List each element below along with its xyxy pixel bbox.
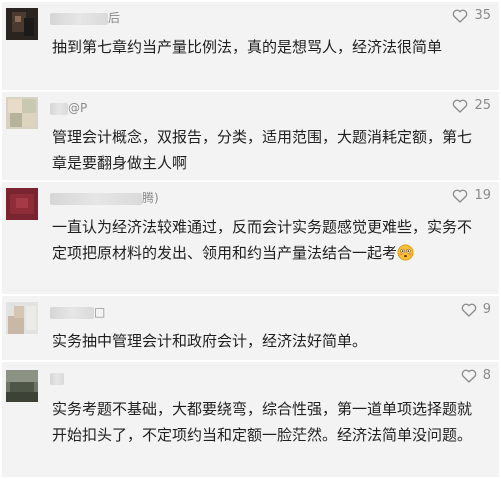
heart-icon	[452, 99, 468, 113]
username[interactable]: 后	[50, 10, 120, 26]
heart-icon	[452, 9, 468, 23]
username-suffix: 腾)	[142, 191, 159, 205]
heart-icon	[452, 189, 468, 203]
like-count: 25	[474, 98, 491, 113]
username-redacted	[50, 372, 64, 385]
like-button[interactable]: 25	[452, 98, 491, 113]
comment-card: 腾) 19 一直认为经济法较难通过，反而会计实务题感觉更难些，实务不定项把原材料…	[2, 182, 499, 294]
flushed-face-emoji	[397, 243, 414, 261]
comment-text: 实务抽中管理会计和政府会计，经济法好简单。	[52, 332, 368, 350]
avatar[interactable]	[6, 188, 38, 220]
like-count: 19	[474, 188, 491, 203]
username[interactable]	[50, 370, 64, 386]
like-button[interactable]: 35	[452, 8, 491, 23]
avatar[interactable]	[6, 97, 38, 129]
username[interactable]: @P	[50, 100, 87, 116]
username-suffix: □	[94, 305, 106, 319]
comment-card: 8 实务考题不基础，大都要绕弯，综合性强，第一道单项选择题就开始扣头了，不定项约…	[2, 362, 499, 477]
like-count: 35	[474, 8, 491, 23]
comment-text: 一直认为经济法较难通过，反而会计实务题感觉更难些，实务不定项把原材料的发出、领用…	[52, 214, 485, 266]
comment-card: 后 35 抽到第七章约当产量比例法，真的是想骂人，经济法很简单	[2, 2, 499, 90]
username-redacted	[50, 12, 108, 25]
heart-icon	[461, 303, 477, 317]
like-button[interactable]: 9	[461, 302, 491, 317]
comment-text: 抽到第七章约当产量比例法，真的是想骂人，经济法很简单	[52, 38, 443, 56]
like-button[interactable]: 19	[452, 188, 491, 203]
avatar[interactable]	[6, 8, 38, 40]
like-count: 9	[482, 302, 491, 317]
username[interactable]: □	[50, 304, 105, 320]
comment-text: 管理会计概念，双报告，分类，适用范围，大题消耗定额，第七章是要翻身做主人啊	[52, 128, 473, 172]
comment-text: 实务考题不基础，大都要绕弯，综合性强，第一道单项选择题就开始扣头了，不定项约当和…	[52, 400, 473, 444]
username-suffix: @P	[68, 101, 88, 115]
username-redacted	[50, 102, 68, 115]
comment-card: □ 9 实务抽中管理会计和政府会计，经济法好简单。	[2, 296, 499, 360]
avatar[interactable]	[6, 302, 38, 334]
like-count: 8	[482, 368, 491, 383]
username[interactable]: 腾)	[50, 190, 159, 206]
username-redacted	[50, 192, 142, 205]
heart-icon	[461, 369, 477, 383]
avatar[interactable]	[6, 370, 38, 402]
comment-card: @P 25 管理会计概念，双报告，分类，适用范围，大题消耗定额，第七章是要翻身做…	[2, 92, 499, 180]
username-suffix: 后	[108, 11, 121, 25]
username-redacted	[50, 306, 94, 319]
like-button[interactable]: 8	[461, 368, 491, 383]
